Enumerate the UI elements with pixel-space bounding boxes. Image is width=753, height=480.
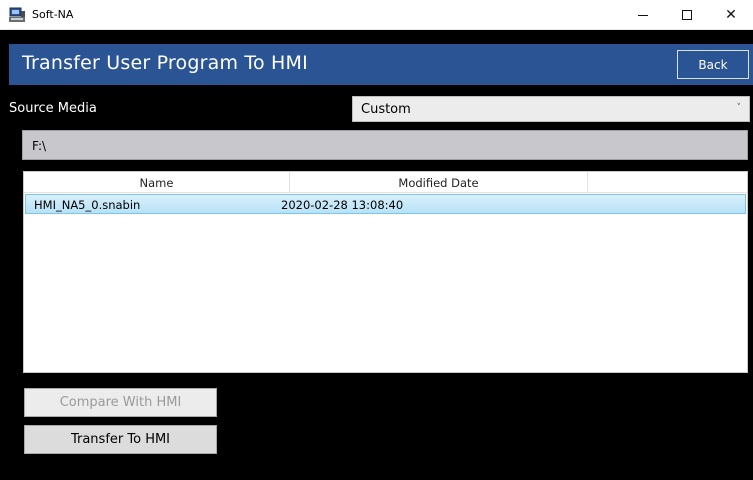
transfer-to-hmi-button[interactable]: Transfer To HMI: [24, 425, 217, 454]
close-button[interactable]: ✕: [709, 0, 753, 30]
list-header: Name Modified Date: [24, 172, 747, 193]
file-name-cell: HMI_NA5_0.snabin: [34, 198, 141, 212]
table-row[interactable]: HMI_NA5_0.snabin 2020-02-28 13:08:40: [25, 194, 746, 214]
chevron-down-icon: ˅: [736, 103, 742, 113]
title-bar: Soft-NA ✕: [0, 0, 753, 30]
column-header-modified-date[interactable]: Modified Date: [290, 176, 587, 190]
file-list[interactable]: Name Modified Date HMI_NA5_0.snabin 2020…: [23, 171, 748, 373]
close-icon: ✕: [725, 7, 737, 23]
window-title: Soft-NA: [32, 8, 74, 21]
column-divider[interactable]: [587, 172, 588, 193]
path-field[interactable]: F:\: [22, 130, 748, 160]
maximize-icon: [682, 10, 692, 20]
source-media-label: Source Media: [9, 101, 97, 116]
back-button[interactable]: Back: [677, 50, 749, 79]
minimize-button[interactable]: [621, 0, 665, 30]
app-icon: [9, 7, 25, 22]
path-value: F:\: [32, 139, 47, 153]
source-media-dropdown[interactable]: Custom ˅: [352, 96, 750, 122]
minimize-icon: [638, 14, 648, 16]
page-title: Transfer User Program To HMI: [22, 52, 308, 74]
page-header: Transfer User Program To HMI Back: [9, 44, 753, 85]
compare-with-hmi-button[interactable]: Compare With HMI: [24, 388, 217, 417]
column-header-name[interactable]: Name: [24, 176, 289, 190]
maximize-button[interactable]: [665, 0, 709, 30]
modified-date-cell: 2020-02-28 13:08:40: [281, 198, 404, 212]
soft-na-window: Soft-NA ✕ Transfer User Program To HMI B…: [0, 0, 753, 480]
source-media-value: Custom: [361, 102, 411, 117]
